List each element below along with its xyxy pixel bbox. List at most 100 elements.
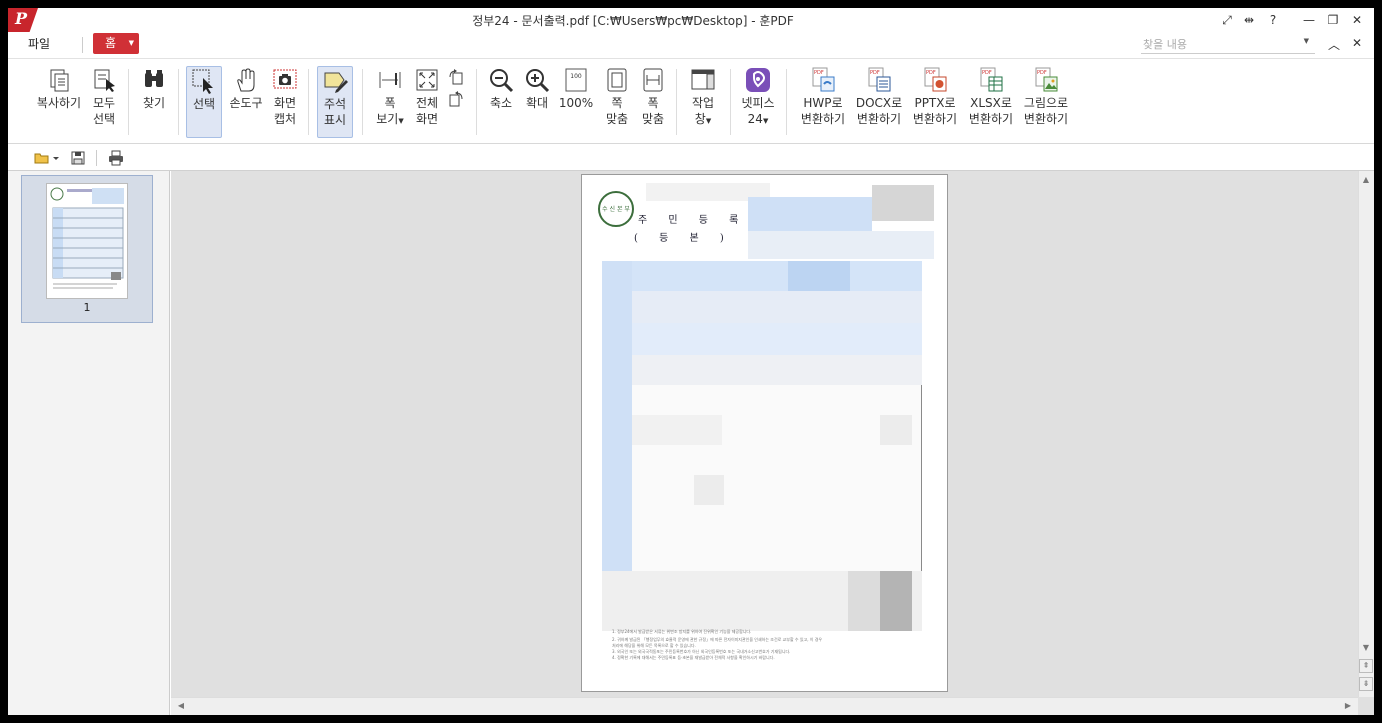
task-pane-icon bbox=[690, 67, 716, 93]
tab-home[interactable]: 홈 ▼ bbox=[93, 33, 139, 54]
scroll-down-icon[interactable]: ▼ bbox=[1359, 643, 1373, 652]
copy-button[interactable]: 복사하기 bbox=[34, 67, 84, 111]
convert-docx-button[interactable]: PDF DOCX로 변환하기 bbox=[854, 67, 904, 127]
hwp-pdf-tag: PDF bbox=[814, 70, 824, 76]
annotation-label-2: 표시 bbox=[323, 113, 347, 127]
app-window: P 정부24 - 문서출력.pdf [C:₩Users₩pc₩Desktop] … bbox=[8, 8, 1374, 715]
horizontal-scrollbar[interactable]: ◀ ▶ bbox=[171, 697, 1358, 715]
split-view-icon[interactable]: ⇹ bbox=[1238, 10, 1260, 30]
redacted-block bbox=[602, 323, 922, 355]
hand-tool-label: 손도구 bbox=[229, 96, 263, 110]
redacted-block bbox=[602, 261, 632, 571]
netpis-button[interactable]: 넷피스 24▼ bbox=[738, 67, 778, 129]
convert-docx-label-2: 변환하기 bbox=[856, 112, 902, 126]
convert-xlsx-label-1: XLSX로 bbox=[970, 96, 1012, 110]
convert-hwp-button[interactable]: PDF HWP로 변환하기 bbox=[798, 67, 848, 127]
ribbon: 복사하기 모두 선택 찾기 선택 손도구 화면 캡처 주석 표시 폭 보기▼ 전… bbox=[8, 58, 1374, 144]
pptx-pdf-tag: PDF bbox=[926, 70, 936, 76]
pdf-to-image-icon: PDF bbox=[1033, 67, 1059, 93]
zoom-in-label: 확대 bbox=[525, 96, 549, 110]
zoom-out-button[interactable]: 축소 bbox=[486, 67, 516, 111]
convert-hwp-label-1: HWP로 bbox=[803, 96, 843, 110]
copy-icon bbox=[46, 67, 72, 93]
image-pdf-tag: PDF bbox=[1037, 70, 1047, 76]
fullscreen-icon[interactable]: ⤢ bbox=[1216, 10, 1238, 30]
rotate-left-icon[interactable] bbox=[448, 69, 464, 85]
annotation-button[interactable]: 주석 표시 bbox=[317, 66, 353, 138]
chevron-down-icon: ▼ bbox=[128, 39, 134, 47]
open-dropdown-icon[interactable] bbox=[52, 150, 60, 166]
select-all-icon bbox=[91, 67, 117, 93]
actual-size-icon: 100 bbox=[563, 67, 589, 93]
fit-page-button[interactable]: 쪽 맞춤 bbox=[602, 67, 632, 127]
cursor-select-icon bbox=[191, 68, 217, 94]
toolbar-divider bbox=[96, 150, 97, 166]
annotation-label-1: 주석 bbox=[323, 97, 347, 111]
full-screen-icon bbox=[414, 67, 440, 93]
collapse-ribbon-icon[interactable]: ︿ bbox=[1328, 36, 1340, 53]
restore-button[interactable]: ❐ bbox=[1322, 10, 1344, 30]
convert-image-button[interactable]: PDF 그림으로 변환하기 bbox=[1020, 67, 1072, 127]
open-folder-icon[interactable] bbox=[34, 150, 50, 166]
next-page-icon[interactable]: ⇟ bbox=[1359, 677, 1373, 691]
ribbon-divider bbox=[676, 69, 677, 135]
menu-file[interactable]: 파일 bbox=[28, 35, 50, 52]
width-view-button[interactable]: 폭 보기▼ bbox=[372, 67, 408, 129]
select-tool-button[interactable]: 선택 bbox=[186, 66, 222, 138]
footnote-5: 4. 정확한 기록에 대해서는 주민등록표 등·초본을 재발급받아 전체적 사항… bbox=[612, 655, 775, 660]
page-thumbnail[interactable]: 1 bbox=[21, 175, 153, 323]
netpis-icon bbox=[745, 67, 771, 93]
width-view-icon bbox=[377, 67, 403, 93]
menu-bar: 파일 홈 ▼ 찾을 내용 ▼ ︿ ✕ bbox=[8, 32, 1374, 58]
hand-tool-button[interactable]: 손도구 bbox=[226, 67, 266, 111]
convert-pptx-label-1: PPTX로 bbox=[914, 96, 956, 110]
copy-label: 복사하기 bbox=[36, 96, 82, 110]
scroll-up-icon[interactable]: ▲ bbox=[1359, 175, 1373, 184]
close-document-icon[interactable]: ✕ bbox=[1352, 36, 1362, 50]
save-as-icon[interactable] bbox=[70, 150, 86, 166]
search-placeholder: 찾을 내용 bbox=[1143, 38, 1187, 51]
thumbnail-image bbox=[46, 183, 128, 299]
fit-page-label-2: 맞춤 bbox=[605, 112, 629, 126]
task-pane-label-1: 작업 bbox=[691, 96, 715, 110]
vertical-scrollbar[interactable]: ▲ ▼ ⇞ ⇟ bbox=[1358, 171, 1374, 697]
tab-home-label: 홈 bbox=[105, 36, 117, 50]
search-dropdown-icon[interactable]: ▼ bbox=[1304, 37, 1309, 45]
close-button[interactable]: ✕ bbox=[1346, 10, 1368, 30]
capture-label-2: 캡처 bbox=[273, 112, 297, 126]
convert-pptx-button[interactable]: PDF PPTX로 변환하기 bbox=[910, 67, 960, 127]
chevron-down-icon: ▼ bbox=[398, 117, 404, 125]
pdf-to-hwp-icon: PDF bbox=[810, 67, 836, 93]
screen-capture-button[interactable]: 화면 캡처 bbox=[270, 67, 300, 127]
window-title: 정부24 - 문서출력.pdf [C:₩Users₩pc₩Desktop] - … bbox=[472, 14, 794, 28]
zoom-in-icon bbox=[524, 67, 550, 93]
fit-width-button[interactable]: 폭 맞춤 bbox=[638, 67, 668, 127]
redacted-block bbox=[694, 475, 724, 505]
previous-page-icon[interactable]: ⇞ bbox=[1359, 659, 1373, 673]
ribbon-divider bbox=[178, 69, 179, 135]
full-screen-button[interactable]: 전체 화면 bbox=[412, 67, 442, 127]
thumbnail-panel: 1 bbox=[8, 171, 170, 715]
zoom-out-icon bbox=[488, 67, 514, 93]
minimize-button[interactable]: — bbox=[1298, 10, 1320, 30]
scroll-right-icon[interactable]: ▶ bbox=[1341, 701, 1355, 710]
help-icon[interactable]: ? bbox=[1262, 10, 1284, 30]
fit-page-label-1: 쪽 bbox=[611, 96, 623, 110]
task-pane-button[interactable]: 작업 창▼ bbox=[686, 67, 720, 129]
search-input[interactable]: 찾을 내용 ▼ bbox=[1141, 36, 1315, 54]
find-button[interactable]: 찾기 bbox=[138, 67, 170, 111]
ribbon-divider bbox=[128, 69, 129, 135]
print-icon[interactable] bbox=[108, 150, 124, 166]
convert-xlsx-button[interactable]: PDF XLSX로 변환하기 bbox=[966, 67, 1016, 127]
quick-access-toolbar bbox=[8, 145, 1374, 171]
zoom-100-button[interactable]: 100 100% bbox=[558, 67, 594, 111]
scroll-left-icon[interactable]: ◀ bbox=[174, 701, 188, 710]
full-screen-label-1: 전체 bbox=[415, 96, 439, 110]
docx-pdf-tag: PDF bbox=[870, 70, 880, 76]
redacted-block bbox=[602, 291, 922, 323]
official-seal: 수 신 본 부 bbox=[598, 191, 634, 227]
rotate-right-icon[interactable] bbox=[448, 91, 464, 107]
zoom-in-button[interactable]: 확대 bbox=[522, 67, 552, 111]
select-all-button[interactable]: 모두 선택 bbox=[88, 67, 120, 127]
width-view-label-2-text: 보기 bbox=[376, 112, 399, 126]
